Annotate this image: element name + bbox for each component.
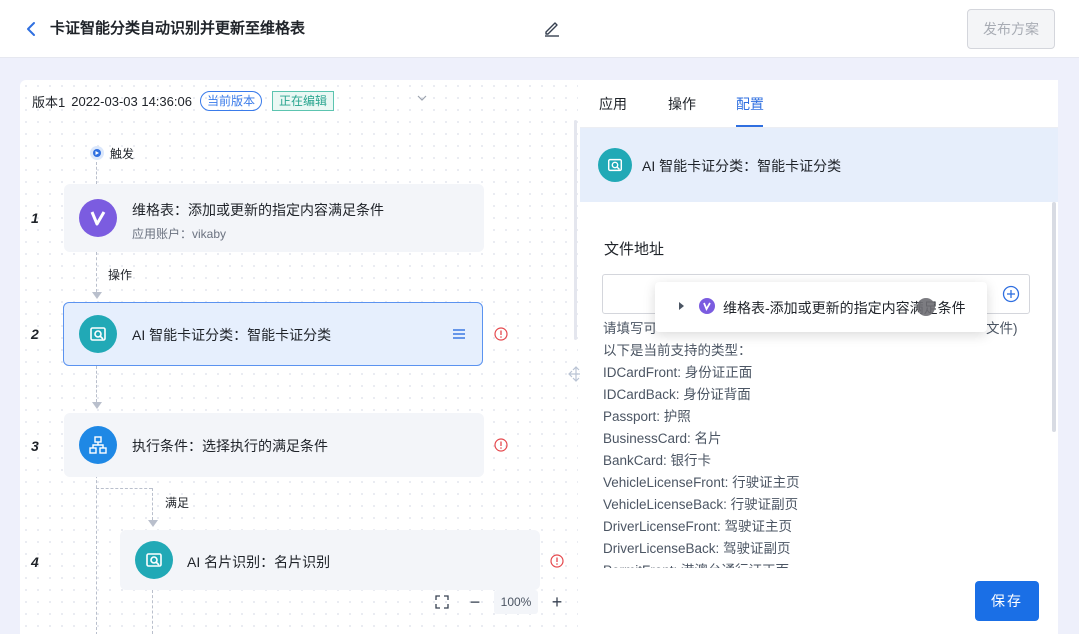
editor-canvas: 版本1 2022-03-03 14:36:06 当前版本 正在编辑 触发 1 维… (20, 80, 1058, 634)
card-scan-icon (598, 148, 632, 182)
active-tab-indicator (736, 125, 763, 127)
top-bar: 卡证智能分类自动识别并更新至维格表 发布方案 (0, 0, 1079, 58)
tab-apps[interactable]: 应用 (599, 94, 627, 114)
add-circle-icon[interactable] (1002, 285, 1020, 303)
flow-node-1[interactable]: 维格表：添加或更新的指定内容满足条件 应用账户：vikaby (64, 184, 484, 252)
edge-label-condition: 满足 (165, 496, 190, 510)
panel-tabs: 应用 操作 配置 (580, 80, 1058, 128)
back-arrow-icon[interactable] (22, 18, 40, 40)
publish-button[interactable]: 发布方案 (967, 9, 1055, 49)
step-number: 1 (31, 210, 39, 226)
help-line: DriverLicenseFront: 驾驶证主页 (603, 519, 793, 534)
chevron-down-icon[interactable] (416, 92, 428, 104)
scrollbar[interactable] (1052, 202, 1056, 432)
page-title: 卡证智能分类自动识别并更新至维格表 (50, 20, 306, 37)
warning-icon[interactable] (494, 438, 508, 452)
zoom-controls: − 100% + (434, 590, 568, 614)
zoom-in-button[interactable]: + (546, 591, 568, 613)
arrow-down-icon (148, 520, 158, 527)
help-line: BusinessCard: 名片 (603, 431, 722, 446)
card-scan-icon (135, 541, 173, 579)
branch-icon (79, 426, 117, 464)
connector (96, 366, 97, 402)
connector (96, 488, 152, 489)
version-bar[interactable]: 版本1 2022-03-03 14:36:06 当前版本 正在编辑 (32, 90, 334, 112)
node-subtitle: 应用账户：vikaby (132, 227, 227, 241)
node-title: AI 名片识别：名片识别 (187, 554, 331, 570)
edit-pencil-icon[interactable] (542, 18, 562, 38)
version-datetime: 2022-03-03 14:36:06 (71, 93, 192, 109)
arrow-down-icon (92, 292, 102, 299)
help-line: DriverLicenseBack: 驾驶证副页 (603, 541, 791, 556)
step-number: 3 (31, 438, 39, 454)
node-title: AI 智能卡证分类：智能卡证分类 (132, 327, 332, 343)
connector (152, 590, 153, 634)
help-line: IDCardFront: 身份证正面 (603, 365, 753, 380)
connector (96, 465, 97, 634)
card-scan-icon (79, 315, 117, 353)
edge-label-action: 操作 (108, 268, 133, 282)
node-title: 执行条件：选择执行的满足条件 (132, 438, 328, 454)
panel-splitter[interactable] (574, 120, 577, 340)
warning-icon[interactable] (494, 327, 508, 341)
tab-actions[interactable]: 操作 (668, 94, 696, 114)
flow-node-3[interactable]: 执行条件：选择执行的满足条件 (64, 413, 484, 477)
help-line: VehicleLicenseBack: 行驶证副页 (603, 497, 799, 512)
tab-config[interactable]: 配置 (736, 94, 764, 114)
zoom-out-button[interactable]: − (464, 591, 486, 613)
variable-dropdown[interactable]: 维格表-添加或更新的指定内容满足条件 (655, 282, 987, 332)
help-line-suffix: 文件) (986, 321, 1018, 336)
help-line: PermitFront: 港澳台通行证正面 (603, 560, 1033, 568)
trigger-start[interactable]: 触发 (88, 144, 134, 162)
current-version-badge: 当前版本 (199, 91, 262, 111)
editing-badge: 正在编辑 (271, 91, 334, 111)
flow-node-2[interactable]: AI 智能卡证分类：智能卡证分类 (63, 302, 483, 366)
help-text: 请填写可 以下是当前支持的类型： IDCardFront: 身份证正面 IDCa… (603, 318, 1033, 568)
mouse-cursor (917, 298, 935, 316)
trigger-icon (90, 146, 104, 160)
help-line: 以下是当前支持的类型： (603, 343, 752, 358)
file-address-label: 文件地址 (604, 241, 665, 258)
help-line: Passport: 护照 (603, 409, 691, 424)
connector (152, 488, 153, 520)
help-line: IDCardBack: 身份证背面 (603, 387, 751, 402)
config-panel: 应用 操作 配置 AI 智能卡证分类：智能卡证分类 文件地址 请填写可 以下是当… (580, 80, 1058, 634)
step-number: 4 (31, 554, 39, 570)
help-line: VehicleLicenseFront: 行驶证主页 (603, 475, 800, 490)
zoom-level: 100% (494, 590, 538, 614)
panel-header: AI 智能卡证分类：智能卡证分类 (580, 128, 1058, 202)
flow-node-4[interactable]: AI 名片识别：名片识别 (120, 530, 540, 590)
caret-right-icon[interactable] (679, 302, 684, 310)
connector (96, 162, 97, 184)
version-name: 版本1 (32, 94, 66, 110)
node-title: 维格表：添加或更新的指定内容满足条件 (132, 202, 384, 218)
save-button[interactable]: 保存 (975, 581, 1039, 621)
arrow-down-icon (92, 402, 102, 409)
connector (96, 252, 97, 292)
step-number: 2 (31, 326, 39, 342)
menu-icon[interactable] (452, 328, 466, 340)
vika-logo-icon (699, 298, 715, 314)
trigger-label: 触发 (110, 146, 135, 161)
help-line: BankCard: 银行卡 (603, 453, 712, 468)
fit-screen-icon[interactable] (434, 594, 450, 610)
warning-icon[interactable] (550, 554, 564, 568)
panel-header-title: AI 智能卡证分类：智能卡证分类 (642, 158, 842, 174)
flow-canvas[interactable]: 版本1 2022-03-03 14:36:06 当前版本 正在编辑 触发 1 维… (20, 80, 578, 634)
vika-logo-icon (79, 199, 117, 237)
